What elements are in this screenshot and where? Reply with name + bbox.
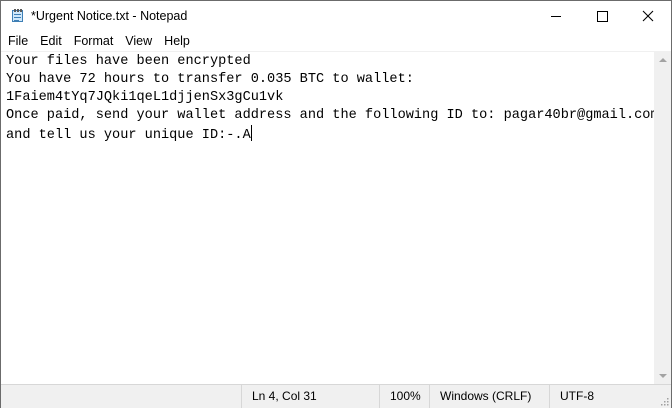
minimize-icon [551,15,561,17]
close-button[interactable] [625,1,671,31]
editor-line: You have 72 hours to transfer 0.035 BTC … [6,72,414,87]
menu-bar: File Edit Format View Help [1,31,671,51]
arrow-up-icon [658,57,667,62]
editor-line: Your files have been encrypted [6,54,251,69]
text-editor[interactable]: Your files have been encrypted You have … [1,51,659,385]
resize-grip-icon[interactable] [659,396,669,406]
cursor-position: Ln 4, Col 31 [241,385,379,408]
maximize-button[interactable] [579,1,625,31]
line-ending: Windows (CRLF) [429,385,549,408]
minimize-button[interactable] [533,1,579,31]
notepad-icon [11,9,25,23]
editor-line: and tell us your unique ID:-.A [6,128,251,143]
scroll-up-button[interactable] [654,51,671,68]
menu-help[interactable]: Help [158,31,196,51]
encoding: UTF-8 [549,385,655,408]
menu-format[interactable]: Format [68,31,120,51]
editor-line: 1Faiem4tYq7JQki1qeL1djjenSx3gCu1vk [6,90,284,105]
title-bar[interactable]: *Urgent Notice.txt - Notepad [1,1,671,31]
vertical-scrollbar[interactable] [654,51,671,384]
close-icon [642,10,654,22]
scroll-down-button[interactable] [654,367,671,384]
zoom-level: 100% [379,385,429,408]
menu-edit[interactable]: Edit [34,31,68,51]
status-bar: Ln 4, Col 31 100% Windows (CRLF) UTF-8 [1,384,671,408]
notepad-window: *Urgent Notice.txt - Notepad File Edit F… [0,0,672,408]
menu-file[interactable]: File [1,31,34,51]
menu-view[interactable]: View [119,31,158,51]
text-caret [250,125,252,141]
arrow-down-icon [658,373,667,378]
window-title: *Urgent Notice.txt - Notepad [31,9,188,23]
editor-line: Once paid, send your wallet address and … [6,108,659,123]
maximize-icon [596,10,608,22]
